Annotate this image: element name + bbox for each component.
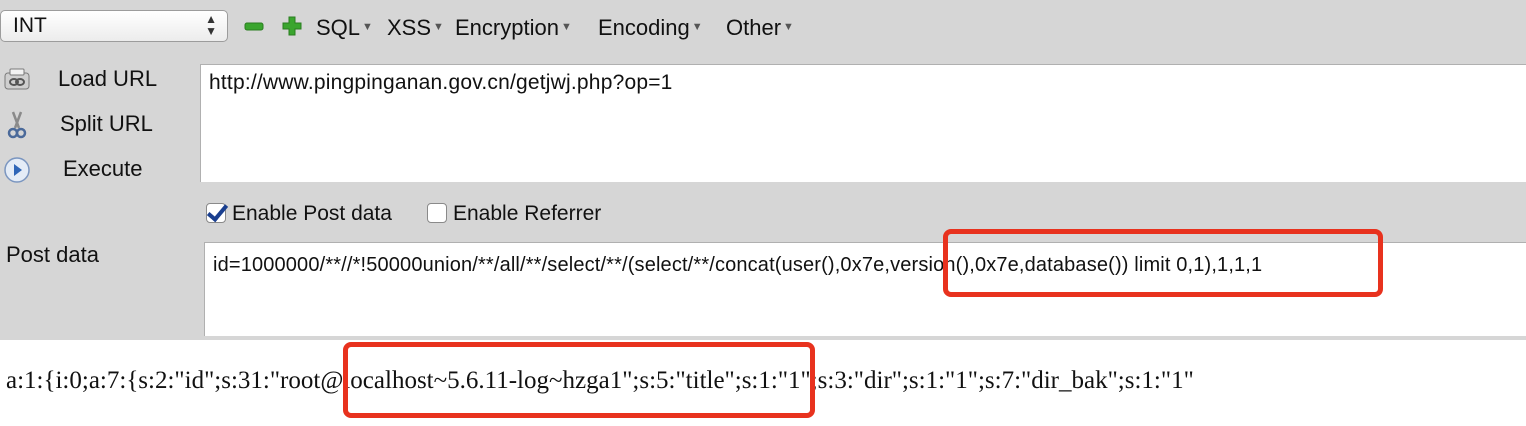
- menu-xss-label: XSS: [387, 15, 432, 40]
- enable-post-checkbox[interactable]: Enable Post data: [206, 200, 392, 228]
- enable-referrer-checkbox[interactable]: Enable Referrer: [427, 200, 601, 228]
- url-textarea[interactable]: http://www.pingpinganan.gov.cn/getjwj.ph…: [200, 64, 1526, 182]
- plus-icon[interactable]: [281, 15, 303, 37]
- url-text: http://www.pingpinganan.gov.cn/getjwj.ph…: [209, 71, 673, 94]
- enable-referrer-label: Enable Referrer: [453, 202, 602, 225]
- type-select[interactable]: INT ▲ ▼: [0, 10, 228, 42]
- menu-encryption[interactable]: Encryption ▼: [455, 13, 572, 42]
- menu-sql[interactable]: SQL ▼: [316, 13, 373, 42]
- updown-arrows-icon: ▲ ▼: [205, 12, 217, 38]
- load-url-button[interactable]: Load URL: [0, 61, 195, 97]
- type-select-value: INT: [13, 14, 47, 37]
- split-url-icon: [7, 111, 27, 139]
- menu-sql-label: SQL: [316, 15, 361, 40]
- menu-encoding-label: Encoding: [598, 15, 690, 40]
- menu-xss-caret-icon: ▼: [433, 21, 444, 33]
- split-url-button[interactable]: Split URL: [0, 106, 195, 142]
- menu-other[interactable]: Other ▼: [726, 13, 794, 42]
- menu-sql-caret-icon: ▼: [362, 21, 373, 33]
- menu-encoding[interactable]: Encoding ▼: [598, 13, 703, 42]
- menu-encryption-caret-icon: ▼: [560, 21, 572, 33]
- highlight-box-post: [943, 229, 1383, 297]
- highlight-box-result: [343, 342, 815, 418]
- enable-post-label: Enable Post data: [232, 202, 392, 225]
- checkbox-unchecked-icon[interactable]: [427, 203, 447, 223]
- menu-encoding-caret-icon: ▼: [691, 21, 703, 33]
- load-url-icon: [4, 68, 30, 90]
- post-data-label: Post data: [6, 242, 99, 267]
- execute-icon: [4, 157, 30, 183]
- menu-other-label: Other: [726, 15, 782, 40]
- execute-label: Execute: [63, 156, 143, 181]
- minus-icon[interactable]: [243, 15, 265, 37]
- execute-button[interactable]: Execute: [0, 151, 195, 187]
- menu-encryption-label: Encryption: [455, 15, 559, 40]
- checkbox-checked-icon[interactable]: [206, 203, 226, 223]
- load-url-label: Load URL: [58, 66, 158, 91]
- split-url-label: Split URL: [60, 111, 153, 136]
- menu-other-caret-icon: ▼: [783, 21, 794, 33]
- menu-xss[interactable]: XSS ▼: [387, 13, 444, 42]
